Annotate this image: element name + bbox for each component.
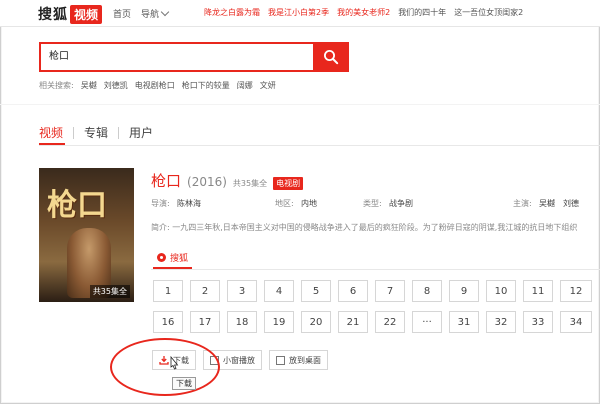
- highlight-circle-annotation: [110, 338, 220, 396]
- hot-link[interactable]: 我们的四十年: [398, 7, 446, 18]
- show-episode-count: 共35集全: [232, 179, 268, 188]
- tab-user[interactable]: 用户: [119, 124, 163, 141]
- source-tab-sohu[interactable]: 搜狐: [153, 247, 193, 269]
- related-item[interactable]: 文妍: [260, 80, 276, 91]
- episode-button[interactable]: 32: [486, 311, 516, 333]
- hot-link[interactable]: 我的美女老师2: [337, 7, 390, 18]
- episode-button[interactable]: 22: [375, 311, 405, 333]
- download-tooltip: 下载: [172, 377, 196, 390]
- chevron-down-icon: [160, 7, 170, 17]
- search-input[interactable]: 枪口: [39, 42, 315, 72]
- episode-button[interactable]: 18: [227, 311, 257, 333]
- top-bar: 搜狐 视频 首页 导航 降龙之白露为霜 我是江小白第2季 我的美女老师2 我们的…: [0, 0, 600, 27]
- episode-button[interactable]: 2: [190, 280, 220, 302]
- search-bar: 枪口: [39, 42, 349, 72]
- region-label: 地区:: [275, 199, 294, 208]
- related-item[interactable]: 电视剧枪口: [135, 80, 175, 91]
- show-poster[interactable]: 枪口 共35集全: [39, 168, 134, 302]
- show-year: (2016): [187, 175, 227, 189]
- show-title[interactable]: 枪口: [151, 170, 181, 191]
- search-button[interactable]: [313, 42, 349, 72]
- hot-link[interactable]: 我是江小白第2季: [268, 7, 329, 18]
- hot-link[interactable]: 降龙之白露为霜: [204, 7, 260, 18]
- related-item[interactable]: 刘德凯: [104, 80, 128, 91]
- episode-button[interactable]: 10: [486, 280, 516, 302]
- episode-button[interactable]: 31: [449, 311, 479, 333]
- logo-badge: 视频: [70, 4, 103, 24]
- episode-button[interactable]: 8: [412, 280, 442, 302]
- related-item[interactable]: 阔娜: [237, 80, 253, 91]
- related-item[interactable]: 吴樾: [81, 80, 97, 91]
- tab-video[interactable]: 视频: [39, 124, 73, 141]
- related-searches: 相关搜索: 吴樾 刘德凯 电视剧枪口 枪口下的较量 阔娜 文妍: [39, 80, 276, 91]
- search-icon: [324, 50, 339, 65]
- source-baseline: [151, 269, 600, 270]
- episode-button[interactable]: 19: [264, 311, 294, 333]
- poster-episode-badge: 共35集全: [89, 285, 130, 298]
- episode-button[interactable]: 9: [449, 280, 479, 302]
- region-value: 内地: [301, 199, 317, 208]
- logo-text: 搜狐: [38, 7, 68, 23]
- tabs-baseline: [39, 145, 600, 146]
- type-value[interactable]: 战争剧: [389, 198, 413, 209]
- episode-button[interactable]: 17: [190, 311, 220, 333]
- related-item[interactable]: 枪口下的较量: [182, 80, 230, 91]
- episode-button[interactable]: 5: [301, 280, 331, 302]
- result-tabs: 视频 专辑 用户: [39, 124, 163, 141]
- episode-button[interactable]: 11: [523, 280, 553, 302]
- sohu-source-icon: [157, 252, 166, 262]
- episode-button[interactable]: 21: [338, 311, 368, 333]
- show-synopsis: 简介: 一九四三年秋,日本帝国主义对中国的侵略战争进入了最后的疯狂阶段。为了粉碎…: [151, 223, 578, 232]
- small-window-label: 小窗播放: [223, 355, 255, 365]
- hot-links: 降龙之白露为霜 我是江小白第2季 我的美女老师2 我们的四十年 这一吾位女顶闺家…: [204, 7, 523, 18]
- category-badge: 电视剧: [273, 177, 304, 190]
- episode-button[interactable]: 20: [301, 311, 331, 333]
- poster-title: 枪口: [47, 188, 107, 223]
- episode-button[interactable]: 7: [375, 280, 405, 302]
- episode-more-button[interactable]: ···: [412, 311, 442, 333]
- sohu-video-logo[interactable]: 搜狐 视频: [38, 4, 103, 24]
- show-title-row: 枪口 (2016) 共35集全 电视剧: [151, 170, 304, 191]
- desktop-icon: [276, 355, 285, 365]
- mouse-cursor-icon: [170, 356, 179, 370]
- cast-member[interactable]: 吴樾: [539, 198, 555, 209]
- divider: [0, 104, 600, 105]
- episode-button[interactable]: 4: [264, 280, 294, 302]
- episode-button[interactable]: 34: [560, 311, 592, 333]
- episode-button[interactable]: 16: [153, 311, 183, 333]
- nav-home[interactable]: 首页: [113, 7, 131, 20]
- tab-album[interactable]: 专辑: [74, 124, 118, 141]
- director-value[interactable]: 陈林海: [177, 198, 201, 209]
- related-label: 相关搜索:: [39, 81, 74, 90]
- type-label: 类型:: [363, 199, 382, 208]
- episode-button[interactable]: 3: [227, 280, 257, 302]
- episode-button[interactable]: 12: [560, 280, 592, 302]
- source-label: 搜狐: [170, 253, 189, 264]
- hot-link[interactable]: 这一吾位女顶闺家2: [454, 7, 523, 18]
- episode-button[interactable]: 33: [523, 311, 553, 333]
- nav-guide[interactable]: 导航: [141, 7, 170, 20]
- top-nav: 首页 导航: [113, 7, 170, 20]
- episode-button[interactable]: 6: [338, 280, 368, 302]
- director-label: 导演:: [151, 199, 170, 208]
- episode-button[interactable]: 1: [153, 280, 183, 302]
- cast-label: 主演:: [513, 199, 532, 208]
- desktop-button[interactable]: 放到桌面: [269, 350, 328, 370]
- nav-guide-label: 导航: [141, 10, 160, 20]
- desktop-label: 放到桌面: [289, 355, 321, 365]
- cast-member[interactable]: 刘德: [563, 198, 579, 209]
